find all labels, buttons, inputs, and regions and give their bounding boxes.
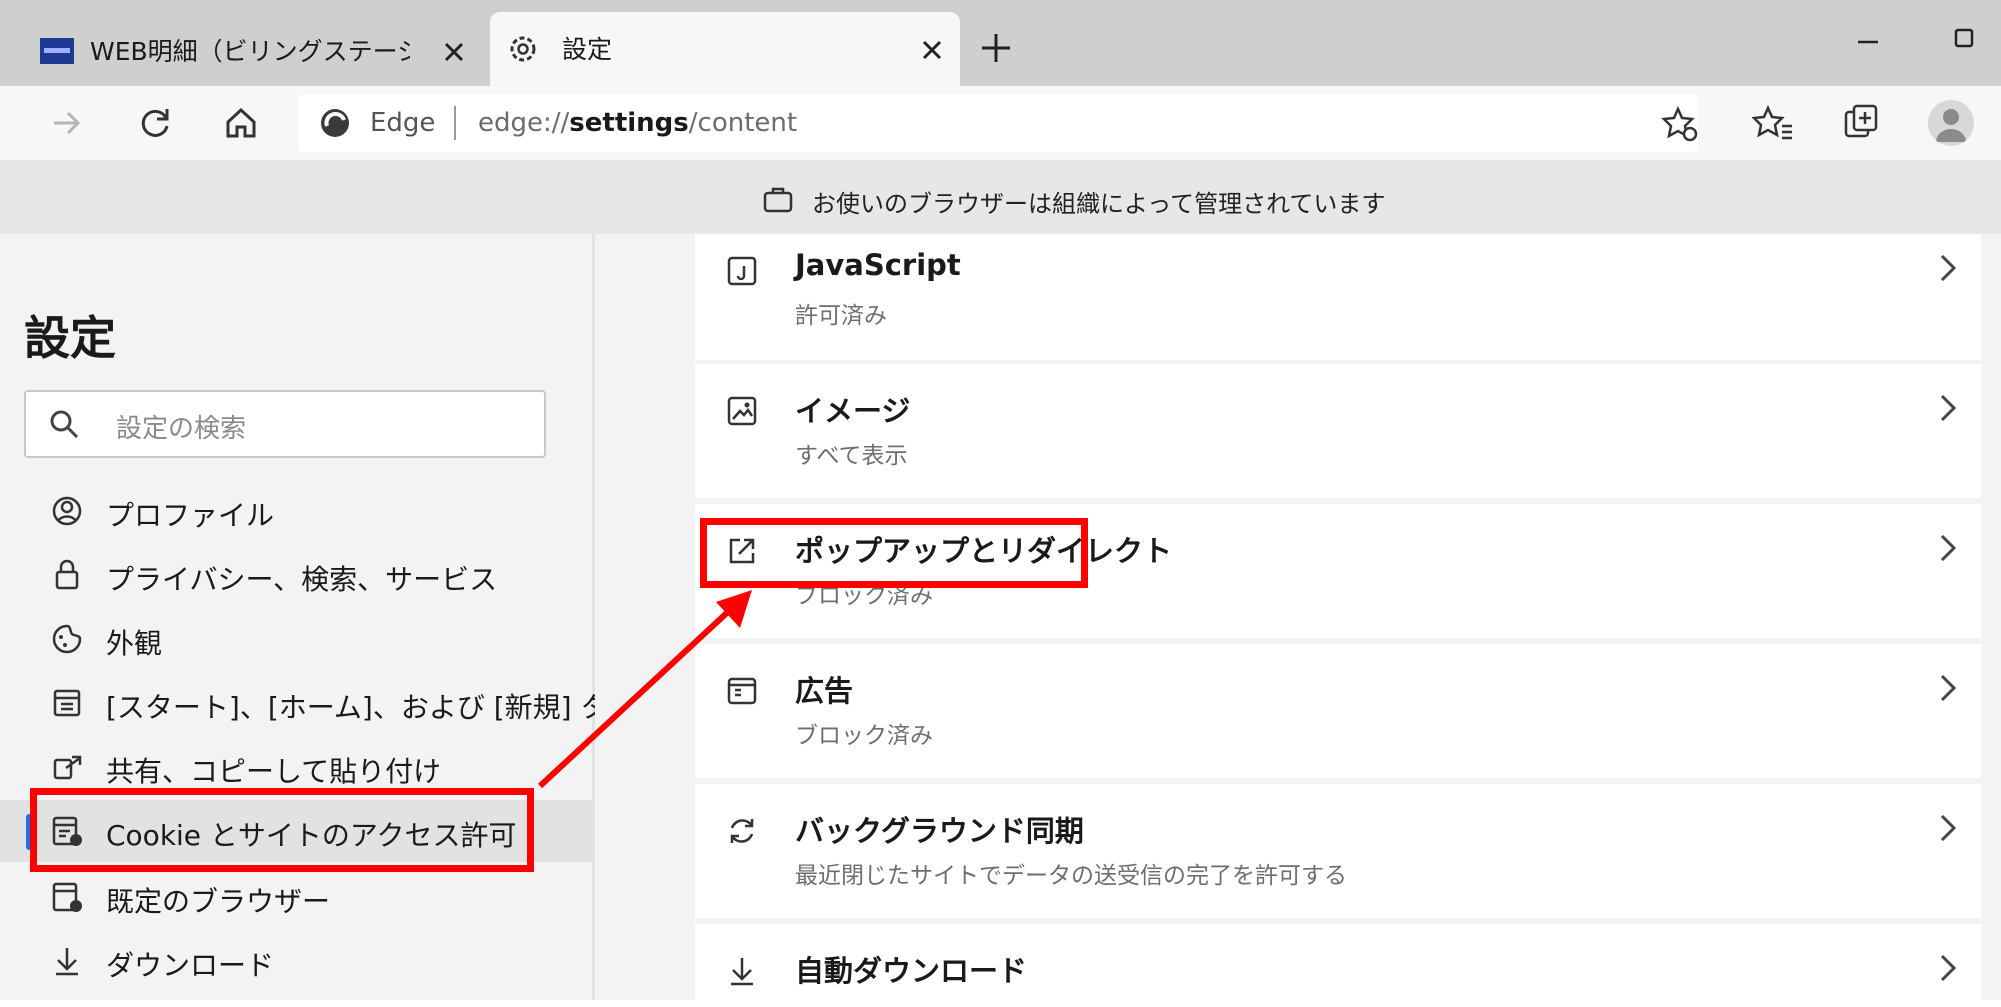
setting-subtitle: 許可済み (795, 303, 887, 329)
page-title: 設定 (24, 311, 116, 365)
address-bar[interactable]: Edge edge://settings/content (298, 94, 1698, 152)
sidebar-item-start-home-newtab[interactable]: [スタート]、[ホーム]、および [新規] タブ (0, 672, 637, 734)
setting-title: JavaScript (795, 248, 961, 282)
tab-title: 設定 (562, 36, 613, 64)
new-tab-icon[interactable] (978, 30, 1014, 66)
close-icon[interactable] (438, 36, 470, 68)
chevron-right-icon[interactable] (1935, 250, 1961, 286)
refresh-icon[interactable] (134, 102, 176, 144)
setting-title: バックグラウンド同期 (795, 814, 1084, 848)
managed-banner: お使いのブラウザーは組織によって管理されています (0, 160, 2001, 234)
search-icon (50, 410, 79, 439)
gear-icon (510, 36, 536, 62)
minimize-icon[interactable] (1852, 26, 1884, 58)
setting-row-auto-downloads[interactable]: 自動ダウンロード (695, 924, 1981, 1000)
settings-content: JavaScript 許可済み イメージ すべて表示 ポップアップとリダイレクト… (595, 234, 2001, 1000)
image-icon (727, 396, 757, 426)
setting-subtitle: ブロック済み (795, 723, 933, 749)
chevron-right-icon[interactable] (1935, 670, 1961, 706)
tab-settings[interactable]: 設定 (490, 12, 960, 86)
lock-icon (55, 559, 79, 590)
setting-row-background-sync[interactable]: バックグラウンド同期 最近閉じたサイトでデータの送受信の完了を許可する (695, 784, 1981, 918)
close-icon[interactable] (916, 34, 948, 66)
download-icon (56, 948, 78, 976)
javascript-icon (727, 256, 757, 286)
default-browser-icon (52, 882, 82, 912)
forward-icon[interactable] (46, 102, 88, 144)
highlight-box-cookies (30, 788, 534, 872)
chevron-right-icon[interactable] (1935, 950, 1961, 986)
tab-title: WEB明細（ビリングステーション）| (90, 38, 410, 66)
collections-icon[interactable] (1840, 102, 1882, 144)
setting-title: イメージ (795, 394, 911, 428)
sidebar-item-default-browser[interactable]: 既定のブラウザー (0, 866, 592, 928)
download-icon (731, 958, 753, 986)
settings-search-input[interactable]: 設定の検索 (24, 390, 546, 458)
home-icon[interactable] (220, 102, 262, 144)
sidebar-item-label: ダウンロード (106, 949, 275, 982)
appearance-icon (52, 624, 82, 654)
highlight-box-popups (700, 518, 1088, 588)
setting-title: 自動ダウンロード (795, 954, 1028, 988)
favorites-icon[interactable] (1752, 102, 1794, 144)
sidebar-item-downloads[interactable]: ダウンロード (0, 930, 592, 992)
sidebar-item-label: 外観 (106, 627, 163, 660)
url-text[interactable]: edge://settings/content (478, 108, 797, 138)
divider (454, 106, 456, 140)
setting-subtitle: すべて表示 (795, 443, 908, 469)
maximize-icon[interactable] (1948, 22, 1982, 56)
home-tab-icon (53, 689, 81, 717)
profile-icon (52, 496, 82, 526)
sidebar-item-label: プロファイル (106, 499, 275, 532)
chevron-right-icon[interactable] (1935, 530, 1961, 566)
setting-title: 広告 (795, 674, 854, 708)
add-favorite-icon[interactable] (1660, 104, 1700, 144)
setting-row-images[interactable]: イメージ すべて表示 (695, 364, 1981, 498)
sidebar-item-privacy[interactable]: プライバシー、検索、サービス (0, 544, 592, 606)
sidebar-item-label: プライバシー、検索、サービス (106, 563, 498, 596)
sidebar-item-label: 既定のブラウザー (106, 885, 331, 918)
tab-strip: WEB明細（ビリングステーション）| 設定 (0, 0, 2001, 86)
chevron-right-icon[interactable] (1935, 390, 1961, 426)
ads-icon (727, 677, 757, 705)
setting-row-ads[interactable]: 広告 ブロック済み (695, 644, 1981, 778)
site-identity-label[interactable]: Edge (370, 108, 435, 138)
setting-row-javascript[interactable]: JavaScript 許可済み (695, 234, 1981, 360)
sidebar-item-label: 共有、コピーして貼り付け (106, 755, 442, 788)
site-favicon-icon (40, 38, 74, 64)
avatar[interactable] (1928, 100, 1974, 146)
setting-subtitle: 最近閉じたサイトでデータの送受信の完了を許可する (795, 863, 1347, 889)
sidebar-item-profiles[interactable]: プロファイル (0, 480, 592, 542)
profile-avatar-icon (1936, 109, 1966, 142)
chevron-right-icon[interactable] (1935, 810, 1961, 846)
share-icon (53, 755, 82, 780)
briefcase-icon (763, 187, 793, 213)
tab-billing-station[interactable]: WEB明細（ビリングステーション）| (18, 14, 480, 86)
sidebar-item-appearance[interactable]: 外観 (0, 608, 592, 670)
search-placeholder: 設定の検索 (116, 414, 247, 444)
sidebar-item-label: [スタート]、[ホーム]、および [新規] タブ (106, 691, 637, 724)
sync-icon (730, 819, 754, 843)
settings-sidebar: 設定 設定の検索 プロファイル プライバシー、検索、サービス 外観 [スタート]… (0, 234, 637, 1000)
browser-toolbar: Edge edge://settings/content (0, 86, 2001, 160)
managed-banner-text: お使いのブラウザーは組織によって管理されています (812, 190, 1386, 218)
edge-logo-icon (321, 109, 349, 137)
